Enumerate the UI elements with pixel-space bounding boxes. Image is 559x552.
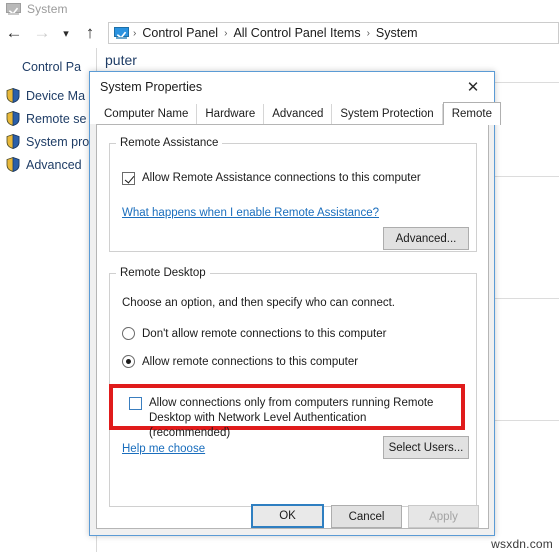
sidebar-item-label-system-protection: System pro [26, 134, 90, 149]
shield-icon [6, 111, 20, 126]
breadcrumb-separator-2: › [366, 27, 370, 39]
sidebar-item-label-advanced-system-settings: Advanced [26, 157, 82, 172]
breadcrumb-item-0[interactable]: Control Panel [140, 26, 220, 40]
nla-highlight-box: Allow connections only from computers ru… [109, 384, 465, 439]
breadcrumb-separator-0: › [133, 27, 137, 39]
radio-row-dont-allow[interactable]: Don't allow remote connections to this c… [122, 327, 386, 340]
sidebar-item-label-device-manager: Device Ma [26, 88, 86, 103]
sidebar-item-advanced-system-settings[interactable]: Advanced [0, 153, 96, 176]
system-properties-dialog: System Properties ✕ Computer Name Hardwa… [89, 71, 501, 536]
nla-checkbox-label-line-1: Allow connections only from computers ru… [149, 397, 434, 409]
select-users-button-label: Select Users... [388, 441, 464, 454]
tab-advanced[interactable]: Advanced [264, 104, 333, 124]
sidebar-item-remote-settings[interactable]: Remote se [0, 107, 96, 130]
close-icon[interactable]: ✕ [452, 72, 494, 101]
watermark: wsxdn.com [491, 537, 553, 551]
allow-remote-assistance-checkbox-row[interactable]: Allow Remote Assistance connections to t… [122, 171, 467, 186]
explorer-window-title: System [27, 2, 68, 16]
tab-label-computer-name: Computer Name [104, 108, 189, 120]
dialog-tab-strip: Computer Name Hardware Advanced System P… [90, 102, 501, 125]
cancel-button-label: Cancel [348, 510, 385, 523]
explorer-nav-bar: ← → ▾ ↑ › Control Panel › All Control Pa… [0, 18, 559, 48]
tab-label-system-protection: System Protection [340, 108, 434, 120]
shield-icon [6, 88, 20, 103]
shield-icon [6, 157, 20, 172]
tab-label-hardware: Hardware [205, 108, 256, 120]
explorer-title-bar: System [0, 0, 559, 18]
sidebar-item-label-remote-settings: Remote se [26, 111, 87, 126]
radio-row-allow[interactable]: Allow remote connections to this compute… [122, 355, 358, 368]
tab-label-remote: Remote [451, 108, 492, 120]
tab-remote[interactable]: Remote [442, 102, 501, 125]
breadcrumb-item-1[interactable]: All Control Panel Items [231, 26, 362, 40]
allow-remote-assistance-checkbox[interactable] [122, 172, 135, 185]
tab-hardware[interactable]: Hardware [197, 104, 265, 124]
forward-button[interactable]: → [28, 19, 56, 47]
dialog-title: System Properties [100, 80, 203, 94]
shield-icon [6, 134, 20, 149]
up-button[interactable]: ↑ [76, 19, 104, 47]
nla-checkbox-label: Allow connections only from computers ru… [149, 396, 449, 441]
dont-allow-remote-connections-label: Don't allow remote connections to this c… [142, 327, 387, 340]
nla-checkbox-row[interactable]: Allow connections only from computers ru… [129, 396, 449, 441]
breadcrumb-item-2[interactable]: System [374, 26, 420, 40]
breadcrumb-separator-1: › [224, 27, 228, 39]
nla-checkbox[interactable] [129, 397, 142, 410]
back-button[interactable]: ← [0, 19, 28, 47]
address-bar[interactable]: › Control Panel › All Control Panel Item… [108, 22, 559, 44]
apply-button-label: Apply [429, 510, 458, 523]
recent-locations-chevron-down-icon[interactable]: ▾ [56, 19, 76, 47]
apply-button[interactable]: Apply [408, 505, 479, 528]
sidebar-item-device-manager[interactable]: Device Ma [0, 84, 96, 107]
remote-assistance-group-label: Remote Assistance [120, 137, 219, 149]
allow-remote-connections-label: Allow remote connections to this compute… [142, 355, 359, 368]
nla-checkbox-label-line-2: Desktop with Network Level Authenticatio… [149, 412, 367, 439]
remote-assistance-advanced-button[interactable]: Advanced... [383, 227, 469, 250]
remote-tab-panel: Remote Assistance Allow Remote Assistanc… [96, 124, 489, 529]
help-me-choose-link[interactable]: Help me choose [122, 443, 205, 455]
remote-desktop-instruction: Choose an option, and then specify who c… [122, 297, 395, 309]
dialog-title-bar: System Properties ✕ [90, 72, 494, 102]
control-panel-sidebar: Control Pa Device Ma Remote se System pr… [0, 48, 96, 552]
sidebar-header-control-panel-home[interactable]: Control Pa [0, 56, 96, 84]
screenshot-root: System ← → ▾ ↑ › Control Panel › All Con… [0, 0, 559, 552]
tab-computer-name[interactable]: Computer Name [96, 104, 198, 124]
ok-button[interactable]: OK [251, 504, 324, 528]
remote-assistance-help-link[interactable]: What happens when I enable Remote Assist… [122, 207, 379, 219]
remote-desktop-group-label: Remote Desktop [120, 267, 206, 279]
pane-heading-fragment: puter [105, 52, 137, 68]
tab-label-advanced: Advanced [272, 108, 324, 120]
address-monitor-check-icon [114, 26, 129, 40]
dont-allow-remote-connections-radio[interactable] [122, 327, 135, 340]
tab-system-protection[interactable]: System Protection [332, 104, 443, 124]
sidebar-item-system-protection[interactable]: System pro [0, 130, 96, 153]
remote-assistance-advanced-button-label: Advanced... [395, 232, 457, 245]
cancel-button[interactable]: Cancel [331, 505, 402, 528]
ok-button-label: OK [279, 510, 296, 522]
window-monitor-check-icon [6, 2, 21, 16]
allow-remote-assistance-label: Allow Remote Assistance connections to t… [142, 172, 421, 184]
allow-remote-connections-radio[interactable] [122, 355, 135, 368]
